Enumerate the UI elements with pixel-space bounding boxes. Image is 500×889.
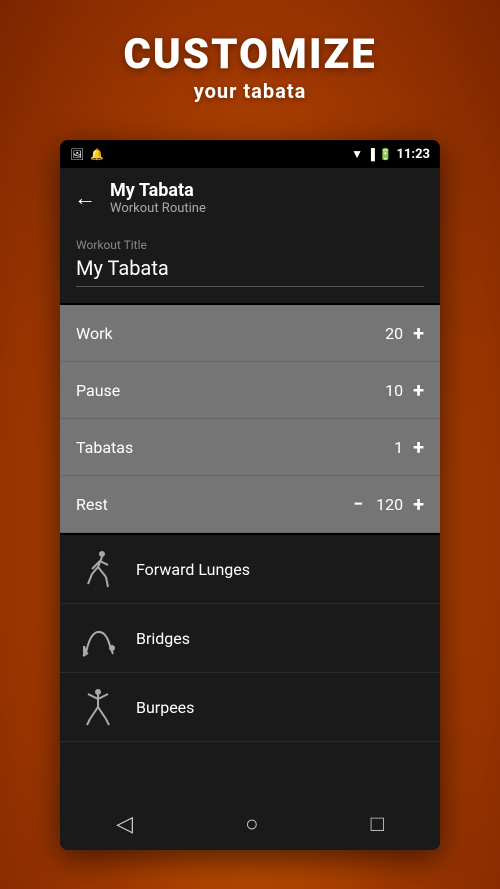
setting-plus-tabatas[interactable]: + bbox=[413, 435, 424, 459]
bridge-figure bbox=[78, 618, 118, 658]
setting-label-tabatas: Tabatas bbox=[76, 438, 133, 457]
app-bar-titles: My Tabata Workout Routine bbox=[110, 180, 206, 216]
setting-value-work: 20 bbox=[373, 324, 403, 343]
status-right-icons: ▼ ▐ 🔋 11:23 bbox=[351, 147, 430, 162]
back-button[interactable]: ← bbox=[74, 185, 96, 211]
setting-plus-work[interactable]: + bbox=[413, 321, 424, 345]
exercise-row-bridges[interactable]: Bridges bbox=[60, 604, 440, 673]
exercise-name-burpees: Burpees bbox=[136, 698, 194, 717]
nav-home-button[interactable]: ○ bbox=[245, 811, 258, 837]
status-time: 11:23 bbox=[397, 147, 431, 162]
exercise-name-lunges: Forward Lunges bbox=[136, 560, 250, 579]
setting-label-rest: Rest bbox=[76, 495, 108, 514]
app-bar-subtitle: Workout Routine bbox=[110, 201, 206, 216]
phone-frame: 🖼 🔔 ▼ ▐ 🔋 11:23 ← My Tabata Workout Rout… bbox=[60, 140, 440, 850]
setting-row-pause: Pause 10 + bbox=[60, 362, 440, 419]
setting-label-pause: Pause bbox=[76, 381, 120, 400]
exercise-icon-burpees bbox=[76, 685, 120, 729]
burpee-figure bbox=[78, 687, 118, 727]
workout-title-section: Workout Title My Tabata bbox=[60, 228, 440, 303]
app-bar-title: My Tabata bbox=[110, 180, 206, 201]
setting-controls-work: 20 + bbox=[373, 321, 424, 345]
battery-icon: 🔋 bbox=[379, 148, 393, 161]
setting-controls-rest: − 120 + bbox=[353, 492, 424, 516]
wifi-icon: ▼ bbox=[351, 147, 363, 161]
setting-value-pause: 10 bbox=[373, 381, 403, 400]
exercises-section: Forward Lunges bbox=[60, 535, 440, 742]
status-bar: 🖼 🔔 ▼ ▐ 🔋 11:23 bbox=[60, 140, 440, 168]
image-icon: 🖼 bbox=[70, 148, 84, 161]
setting-value-rest: 120 bbox=[373, 495, 403, 514]
exercise-icon-lunges bbox=[76, 547, 120, 591]
setting-minus-rest[interactable]: − bbox=[353, 494, 363, 515]
setting-row-tabatas: Tabatas 1 + bbox=[60, 419, 440, 476]
workout-title-label: Workout Title bbox=[76, 238, 424, 252]
customize-subtitle: your tabata bbox=[0, 79, 500, 103]
notification-icon: 🔔 bbox=[90, 148, 104, 161]
exercise-icon-bridges bbox=[76, 616, 120, 660]
signal-icon: ▐ bbox=[367, 148, 375, 161]
nav-bar: ◁ ○ □ bbox=[60, 798, 440, 850]
lunge-figure bbox=[78, 549, 118, 589]
setting-label-work: Work bbox=[76, 324, 113, 343]
setting-row-rest: Rest − 120 + bbox=[60, 476, 440, 533]
exercise-row-burpees[interactable]: Burpees bbox=[60, 673, 440, 742]
setting-plus-pause[interactable]: + bbox=[413, 378, 424, 402]
workout-title-input[interactable]: My Tabata bbox=[76, 256, 424, 287]
setting-controls-tabatas: 1 + bbox=[373, 435, 424, 459]
nav-recents-button[interactable]: □ bbox=[371, 811, 384, 837]
settings-section: Work 20 + Pause 10 + Tabatas 1 + Rest bbox=[60, 305, 440, 533]
nav-back-button[interactable]: ◁ bbox=[116, 812, 133, 837]
exercise-row-lunges[interactable]: Forward Lunges bbox=[60, 535, 440, 604]
app-bar: ← My Tabata Workout Routine bbox=[60, 168, 440, 228]
setting-controls-pause: 10 + bbox=[373, 378, 424, 402]
top-header: CUSTOMIZE your tabata bbox=[0, 30, 500, 103]
customize-title: CUSTOMIZE bbox=[0, 30, 500, 79]
setting-row-work: Work 20 + bbox=[60, 305, 440, 362]
setting-plus-rest[interactable]: + bbox=[413, 492, 424, 516]
setting-value-tabatas: 1 bbox=[373, 438, 403, 457]
exercise-name-bridges: Bridges bbox=[136, 629, 190, 648]
status-left-icons: 🖼 🔔 bbox=[70, 148, 104, 161]
